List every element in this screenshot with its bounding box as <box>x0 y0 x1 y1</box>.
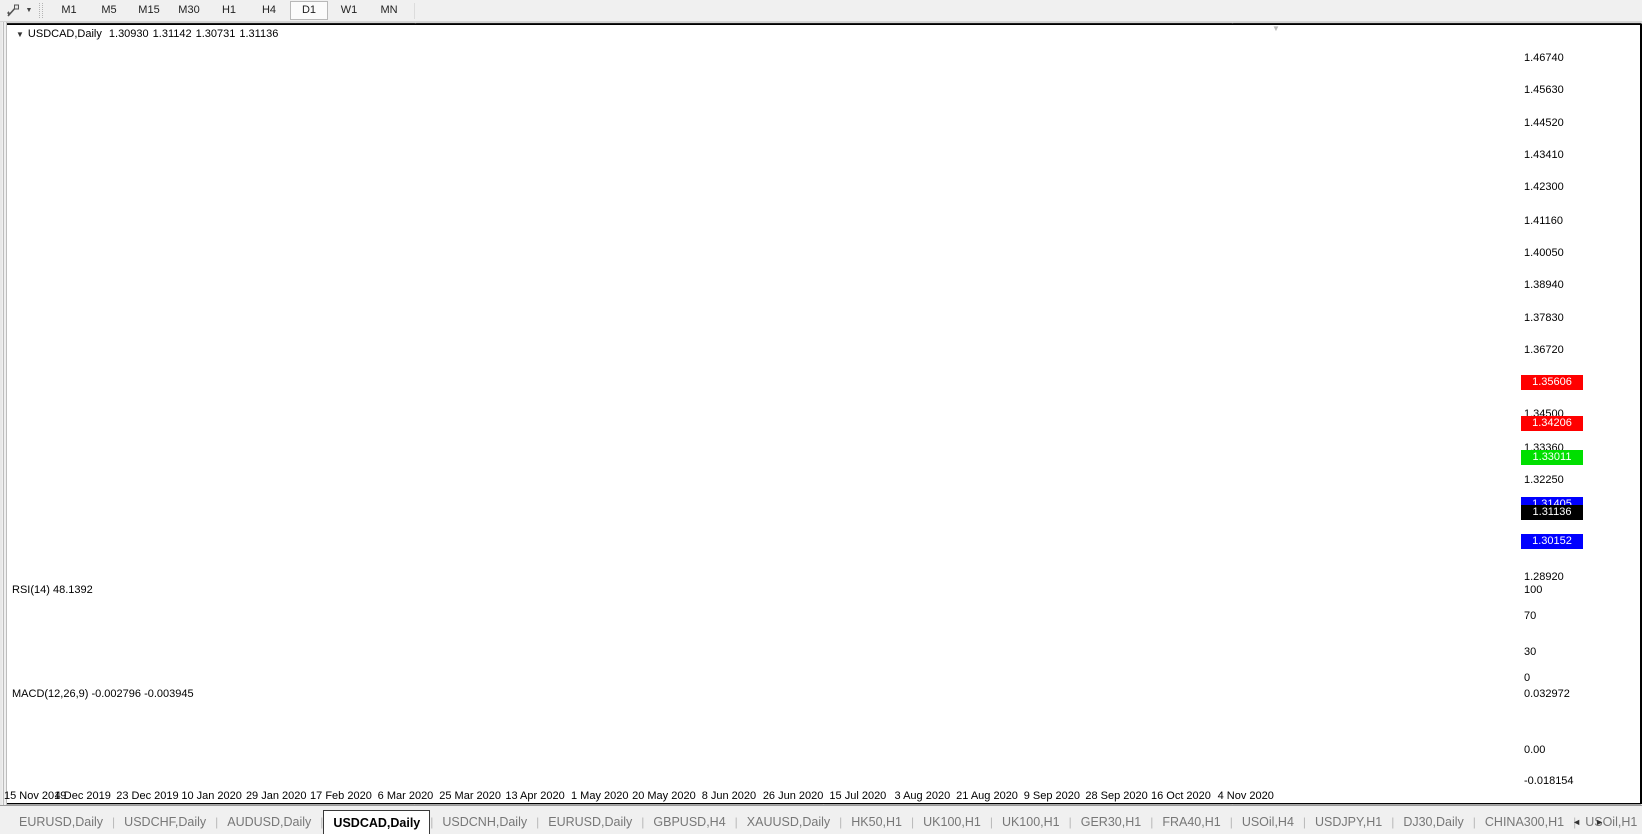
chart-window <box>6 24 1641 804</box>
timeframe-button-h1[interactable]: H1 <box>210 1 248 20</box>
tabs-scroll-right-icon[interactable]: ► <box>1595 817 1604 827</box>
toolbar-separator <box>414 2 415 19</box>
symbol-tab-hk50-8[interactable]: HK50,H1 <box>842 811 911 833</box>
symbol-tabbar: EURUSD,Daily | USDCHF,Daily | AUDUSD,Daily | U… <box>0 805 1642 834</box>
date-axis-label: 6 Mar 2020 <box>377 790 434 802</box>
timeframe-button-m30[interactable]: M30 <box>170 1 208 20</box>
symbol-tab-gbpusd-6[interactable]: GBPUSD,H4 <box>644 811 734 833</box>
symbol-tab-usoil-13[interactable]: USOil,H4 <box>1233 811 1303 833</box>
symbol-tab-ger30-11[interactable]: GER30,H1 <box>1072 811 1150 833</box>
date-axis-label: 20 May 2020 <box>632 790 696 802</box>
symbol-tab-dj30-15[interactable]: DJ30,Daily <box>1394 811 1472 833</box>
ohlc-high: 1.31142 <box>152 28 192 40</box>
symbol-tab-uk100-10[interactable]: UK100,H1 <box>993 811 1069 833</box>
rsi-panel-label: RSI(14) 48.1392 <box>12 584 93 596</box>
date-axis-label: 1 May 2020 <box>570 790 629 802</box>
symbol-tab-xauusd-7[interactable]: XAUUSD,Daily <box>738 811 839 833</box>
symbol-tab-eurusd-5[interactable]: EURUSD,Daily <box>539 811 641 833</box>
macd-axis-tick: 0.00 <box>1524 744 1546 756</box>
timeframe-button-h4[interactable]: H4 <box>250 1 288 20</box>
date-axis-label: 8 Jun 2020 <box>701 790 757 802</box>
chart-header: ▼ USDCAD,Daily 1.30930 1.31142 1.30731 1… <box>16 28 278 40</box>
price-axis-tick: 1.45630 <box>1524 84 1564 97</box>
symbol-tab-audusd-2[interactable]: AUDUSD,Daily <box>218 811 320 833</box>
hline-price-chip: 1.35606 <box>1521 374 1583 390</box>
ohlc-low: 1.30731 <box>195 28 236 40</box>
timeframe-toolbar: ▼ M1 M5 M15 M30 H1 H4 D1 W1 MN <box>0 0 1642 22</box>
chart-shift-marker-icon: ▼ <box>1272 24 1280 33</box>
date-axis-label: 15 Jul 2020 <box>829 790 887 802</box>
macd-axis-tick: 0.032972 <box>1524 687 1570 700</box>
date-axis-label: 23 Dec 2019 <box>116 790 179 802</box>
date-axis-label: 17 Feb 2020 <box>310 790 372 802</box>
price-axis-tick: 1.43410 <box>1524 148 1564 161</box>
price-axis-tick: 1.37830 <box>1524 311 1564 324</box>
price-axis-tick: 1.28920 <box>1524 571 1564 583</box>
date-axis-label: 3 Aug 2020 <box>894 790 951 802</box>
symbol-tab-usdcnh-4[interactable]: USDCNH,Daily <box>433 811 536 833</box>
symbol-tab-usdchf-1[interactable]: USDCHF,Daily <box>115 811 215 833</box>
date-axis-label: 26 Jun 2020 <box>762 790 824 802</box>
chart-collapse-icon[interactable]: ▼ <box>16 30 24 39</box>
tabs-scroll-left-icon[interactable]: ◄ <box>1572 817 1581 827</box>
timeframe-button-m15[interactable]: M15 <box>130 1 168 20</box>
window-left-edge <box>0 21 7 833</box>
price-axis-tick: 1.46740 <box>1524 52 1564 64</box>
timeframe-button-m1[interactable]: M1 <box>50 1 88 20</box>
chart-symbol-title: USDCAD,Daily <box>27 28 102 40</box>
date-axis-label: 4 Dec 2019 <box>54 790 111 802</box>
hline-price-chip: 1.30152 <box>1521 533 1583 549</box>
macd-axis-tick: -0.018154 <box>1524 774 1574 787</box>
timeframe-button-mn[interactable]: MN <box>370 1 408 20</box>
price-axis-tick: 1.44520 <box>1524 116 1564 129</box>
timeframe-button-m5[interactable]: M5 <box>90 1 128 20</box>
chart-cursor-icon[interactable] <box>3 2 23 19</box>
date-axis-label: 13 Apr 2020 <box>505 790 565 802</box>
ohlc-close: 1.31136 <box>239 28 279 40</box>
symbol-tab-eurusd-0[interactable]: EURUSD,Daily <box>10 811 112 833</box>
price-axis-tick: 1.42300 <box>1524 181 1564 194</box>
date-axis-label: 4 Nov 2020 <box>1217 790 1274 802</box>
date-axis-label: 21 Aug 2020 <box>956 790 1018 802</box>
timeframe-button-w1[interactable]: W1 <box>330 1 368 20</box>
timeframe-button-d1[interactable]: D1 <box>290 1 328 20</box>
symbol-tab-usdjpy-14[interactable]: USDJPY,H1 <box>1306 811 1391 833</box>
date-axis-label: 16 Oct 2020 <box>1150 790 1211 802</box>
symbol-tab-fra40-12[interactable]: FRA40,H1 <box>1153 811 1229 833</box>
symbol-tab-usdcad-3[interactable]: USDCAD,Daily <box>323 810 431 834</box>
price-axis-tick: 1.36720 <box>1524 343 1564 356</box>
date-axis-label: 25 Mar 2020 <box>439 790 502 802</box>
date-axis-label: 29 Jan 2020 <box>245 790 307 802</box>
price-axis-tick: 1.32250 <box>1524 474 1564 487</box>
rsi-axis-tick: 0 <box>1524 672 1531 684</box>
chart-tool-dropdown-icon[interactable]: ▼ <box>23 7 35 14</box>
symbol-tab-china300-16[interactable]: CHINA300,H1 <box>1476 811 1573 833</box>
hline-price-chip: 1.34206 <box>1521 415 1583 431</box>
date-axis-label: 9 Sep 2020 <box>1023 790 1081 802</box>
price-axis-tick: 1.38940 <box>1524 279 1564 292</box>
rsi-axis-tick: 70 <box>1524 610 1537 623</box>
rsi-axis-tick: 100 <box>1524 584 1543 596</box>
price-axis-tick: 1.40050 <box>1524 246 1564 259</box>
symbol-tab-uk100-9[interactable]: UK100,H1 <box>914 811 990 833</box>
current-price-chip: 1.31136 <box>1521 504 1583 520</box>
ohlc-open: 1.30930 <box>108 28 149 40</box>
price-axis-tick: 1.41160 <box>1524 214 1563 227</box>
toolbar-grip <box>39 3 43 18</box>
date-axis-label: 28 Sep 2020 <box>1085 790 1148 802</box>
rsi-axis-tick: 30 <box>1524 645 1537 658</box>
date-axis-label: 10 Jan 2020 <box>181 790 242 802</box>
hline-price-chip: 1.33011 <box>1521 450 1583 466</box>
macd-panel-label: MACD(12,26,9) -0.002796 -0.003945 <box>12 688 194 700</box>
